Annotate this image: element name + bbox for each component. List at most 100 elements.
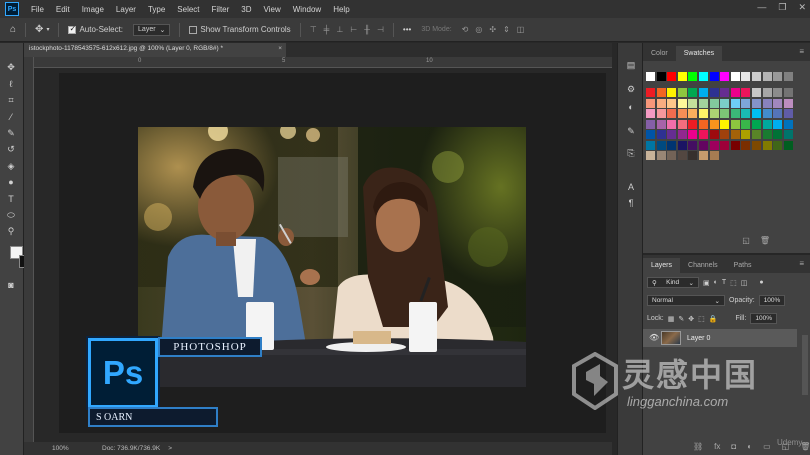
zoom-level[interactable]: 100% [52,445,92,452]
color-swatch[interactable] [699,140,708,150]
color-swatch[interactable] [773,98,783,108]
color-swatch[interactable] [656,119,666,129]
layer-style-icon[interactable]: fx [714,442,720,451]
color-swatch[interactable] [699,109,708,118]
color-swatch[interactable] [762,119,772,129]
color-swatch[interactable] [720,109,730,118]
paint-bucket-icon[interactable]: ◈ [5,160,17,172]
color-swatch[interactable] [656,151,666,160]
color-swatch[interactable] [699,119,708,129]
color-swatch[interactable] [688,98,698,108]
link-layers-icon[interactable]: ⛓ [693,442,703,451]
panel-menu-icon[interactable]: ≡ [799,259,804,268]
menu-image[interactable]: Image [76,5,110,14]
filter-toggle-icon[interactable]: ● [759,279,763,286]
brushes-panel-icon[interactable]: ✎ [625,125,637,137]
color-swatch[interactable] [677,72,687,81]
color-swatch[interactable] [699,88,708,97]
paragraph-panel-icon[interactable]: ¶ [625,197,637,209]
color-swatch[interactable] [752,140,761,150]
color-swatch[interactable] [656,72,666,81]
color-swatch[interactable] [688,88,698,97]
history-panel-icon[interactable]: ▤ [625,59,637,71]
photoshop-logo-icon[interactable]: Ps [5,2,19,16]
color-swatch[interactable] [709,98,719,108]
color-swatch[interactable] [677,151,687,160]
color-swatch[interactable] [709,109,719,118]
color-swatch[interactable] [773,109,783,118]
auto-select-checkbox[interactable] [68,24,77,34]
add-mask-icon[interactable]: ◘ [731,442,736,451]
color-swatch[interactable] [762,109,772,118]
color-swatch[interactable] [656,140,666,150]
menu-type[interactable]: Type [142,5,171,14]
color-swatch[interactable] [762,72,772,81]
3d-slide-icon[interactable]: ⇕ [503,25,510,34]
color-swatch[interactable] [752,130,761,139]
color-swatch[interactable] [646,88,655,97]
color-swatch[interactable] [677,98,687,108]
lock-transparent-icon[interactable]: ▦ [668,315,675,323]
color-swatch[interactable] [709,72,719,81]
color-swatch[interactable] [720,72,730,81]
color-swatch[interactable] [656,88,666,97]
color-swatch[interactable] [773,72,783,81]
filter-adjustment-icon[interactable]: ◐ [714,279,718,286]
color-swatch[interactable] [667,151,677,160]
menu-select[interactable]: Select [171,5,205,14]
adjustments-panel-icon[interactable]: ◐ [625,101,637,113]
lasso-tool-icon[interactable]: ℓ [5,78,17,90]
filter-type-icon[interactable]: T [722,279,726,286]
lock-all-icon[interactable]: 🔒 [709,315,718,323]
color-swatch[interactable] [677,109,687,118]
color-swatch[interactable] [656,98,666,108]
color-swatch[interactable] [699,98,708,108]
align-left-icon[interactable]: ⊢ [350,25,357,34]
clone-source-panel-icon[interactable]: ⎘ [625,147,637,159]
home-icon[interactable]: ⌂ [10,24,16,35]
color-swatch[interactable] [752,88,761,97]
menu-view[interactable]: View [258,5,287,14]
color-swatch[interactable] [667,140,677,150]
color-swatch[interactable] [762,130,772,139]
color-swatch[interactable] [720,140,730,150]
layer-filter-dropdown[interactable]: ⚲ Kind ⌄ [647,277,699,288]
color-swatch[interactable] [709,151,719,160]
minimize-icon[interactable]: — [757,2,766,13]
menu-edit[interactable]: Edit [50,5,76,14]
filter-smart-object-icon[interactable]: ◫ [741,279,748,287]
color-swatch[interactable] [667,72,677,81]
fill-input[interactable]: 100% [750,313,777,324]
color-swatch[interactable] [773,88,783,97]
color-swatch[interactable] [677,88,687,97]
color-swatch[interactable] [741,119,751,129]
zoom-tool-icon[interactable]: ⚲ [5,225,17,237]
color-swatch[interactable] [741,130,751,139]
color-swatch[interactable] [752,98,761,108]
document-tab[interactable]: istockphoto-1178543575-612x612.jpg @ 100… [24,43,286,57]
color-swatch[interactable] [720,88,730,97]
3d-scale-icon[interactable]: ◫ [517,25,525,34]
align-middle-icon[interactable]: ╪ [324,25,330,34]
color-swatch[interactable] [730,119,740,129]
lock-position-icon[interactable]: ✥ [688,315,694,323]
color-swatch[interactable] [699,130,708,139]
type-tool-icon[interactable]: T [5,193,17,205]
layer-row[interactable]: 👁 Layer 0 [643,329,797,347]
lock-artboard-icon[interactable]: ⬚ [698,315,705,323]
color-swatch[interactable] [762,140,772,150]
menu-help[interactable]: Help [327,5,355,14]
auto-select-target-dropdown[interactable]: Layer ⌄ [133,23,171,36]
color-swatch[interactable] [646,130,655,139]
color-swatch[interactable] [677,119,687,129]
dodge-tool-icon[interactable]: ● [5,176,17,188]
color-swatch[interactable] [783,130,793,139]
auto-select-option[interactable]: Auto-Select: [68,24,123,34]
color-swatch[interactable] [688,119,698,129]
color-swatch[interactable] [688,140,698,150]
color-swatch[interactable] [741,140,751,150]
menu-filter[interactable]: Filter [206,5,236,14]
tab-channels[interactable]: Channels [680,258,726,273]
color-swatch[interactable] [752,72,761,81]
more-options-icon[interactable]: ••• [403,25,411,34]
